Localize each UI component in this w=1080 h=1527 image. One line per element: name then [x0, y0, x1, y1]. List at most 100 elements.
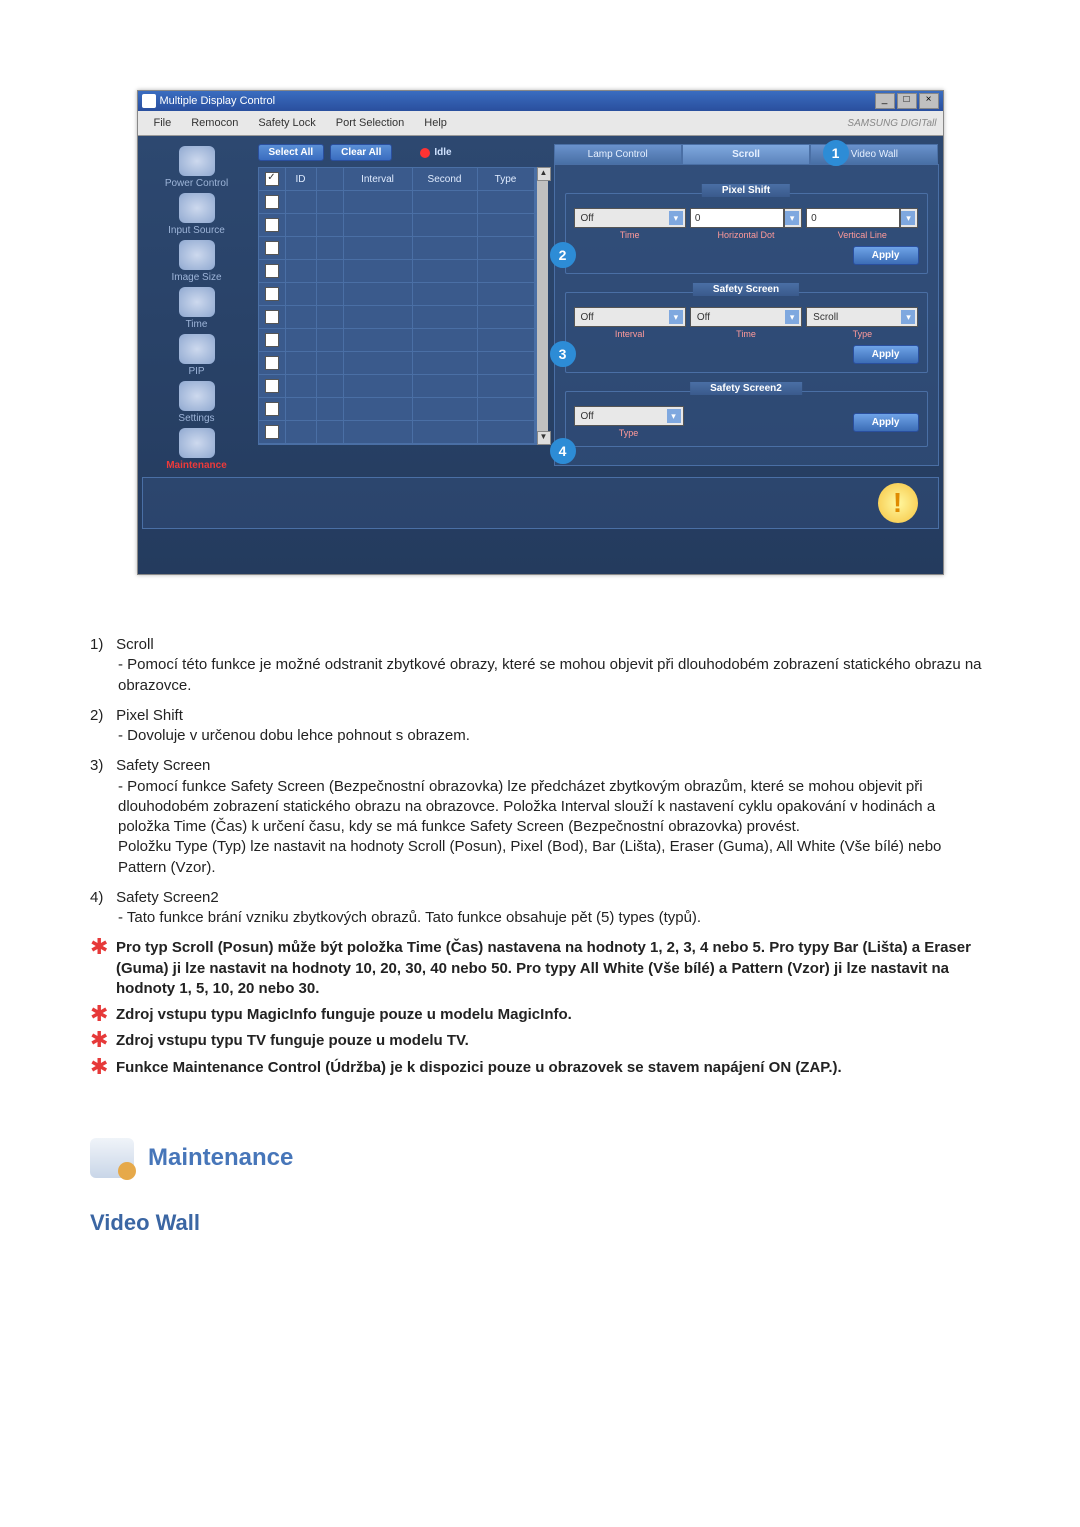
menu-help[interactable]: Help: [414, 117, 457, 129]
table-row[interactable]: [259, 421, 535, 444]
note-row: ✱ Pro typ Scroll (Posun) může být položk…: [90, 938, 990, 999]
row-checkbox[interactable]: [265, 310, 279, 324]
doc-title: Pixel Shift: [116, 707, 183, 724]
clear-all-button[interactable]: Clear All: [330, 144, 392, 161]
doc-desc: - Pomocí této funkce je možné odstranit …: [90, 655, 990, 696]
col-type: Type: [478, 168, 535, 190]
table-row[interactable]: [259, 352, 535, 375]
display-grid: ID Interval Second Type: [258, 167, 536, 445]
doc-desc2: Položku Type (Typ) lze nastavit na hodno…: [90, 837, 990, 878]
row-checkbox[interactable]: [265, 195, 279, 209]
row-checkbox[interactable]: [265, 356, 279, 370]
type-label: Type: [574, 428, 684, 438]
maximize-button[interactable]: □: [897, 93, 917, 109]
window-title: Multiple Display Control: [160, 95, 276, 107]
maintenance-icon: [179, 428, 215, 458]
toolbar: Select All Clear All Idle: [258, 140, 548, 167]
callout-4: 4: [550, 438, 576, 464]
right-panel: 1 Lamp Control Scroll Video Wall Pixel S…: [554, 140, 939, 471]
safety-screen2-apply-button[interactable]: Apply: [853, 413, 919, 432]
select-all-button[interactable]: Select All: [258, 144, 325, 161]
input-source-icon: [179, 193, 215, 223]
row-checkbox[interactable]: [265, 218, 279, 232]
sidebar-item-input-source[interactable]: Input Source: [142, 193, 252, 236]
sidebar-item-label: Image Size: [142, 272, 252, 283]
menu-file[interactable]: File: [144, 117, 182, 129]
pixel-shift-apply-button[interactable]: Apply: [853, 246, 919, 265]
menu-safety-lock[interactable]: Safety Lock: [248, 117, 325, 129]
sidebar-item-label: Input Source: [142, 225, 252, 236]
section-title: Maintenance: [148, 1142, 293, 1174]
row-checkbox[interactable]: [265, 241, 279, 255]
pixel-shift-legend: Pixel Shift: [702, 184, 790, 197]
table-row[interactable]: [259, 306, 535, 329]
table-row[interactable]: [259, 191, 535, 214]
doc-title: Safety Screen: [116, 757, 210, 774]
chevron-down-icon: ▾: [785, 310, 799, 324]
time-label: Time: [574, 230, 686, 240]
table-row[interactable]: [259, 214, 535, 237]
row-checkbox[interactable]: [265, 287, 279, 301]
callout-2: 2: [550, 242, 576, 268]
hdot-stepper[interactable]: ▾: [784, 208, 802, 228]
idle-label: Idle: [434, 147, 451, 158]
chevron-down-icon: ▾: [667, 409, 681, 423]
table-row[interactable]: [259, 398, 535, 421]
vline-stepper[interactable]: ▾: [900, 208, 918, 228]
brand-label: SAMSUNG DIGITall: [457, 118, 937, 129]
pixel-shift-time-select[interactable]: Off ▾: [574, 208, 686, 228]
row-checkbox[interactable]: [265, 333, 279, 347]
doc-body: 1) Scroll - Pomocí této funkce je možné …: [90, 635, 990, 1237]
safety-time-select[interactable]: Off ▾: [690, 307, 802, 327]
header-checkbox[interactable]: [265, 172, 279, 186]
row-checkbox[interactable]: [265, 379, 279, 393]
hdot-label: Horizontal Dot: [690, 230, 802, 240]
time-icon: [179, 287, 215, 317]
safety-type-select[interactable]: Scroll ▾: [806, 307, 918, 327]
sidebar-item-power-control[interactable]: Power Control: [142, 146, 252, 189]
titlebar: Multiple Display Control _ □ ×: [138, 91, 943, 111]
sidebar-item-maintenance[interactable]: Maintenance: [142, 428, 252, 471]
menu-remocon[interactable]: Remocon: [181, 117, 248, 129]
subsection-title: Video Wall: [90, 1208, 990, 1238]
callout-1: 1: [823, 140, 849, 166]
pip-icon: [179, 334, 215, 364]
doc-num: 1): [90, 635, 112, 655]
table-row[interactable]: [259, 283, 535, 306]
sidebar-item-settings[interactable]: Settings: [142, 381, 252, 424]
note-text: Zdroj vstupu typu MagicInfo funguje pouz…: [116, 1005, 572, 1025]
safety2-type-select[interactable]: Off ▾: [574, 406, 684, 426]
sidebar-item-label: PIP: [142, 366, 252, 377]
table-row[interactable]: [259, 375, 535, 398]
sidebar-item-pip[interactable]: PIP: [142, 334, 252, 377]
chevron-down-icon: ▾: [901, 310, 915, 324]
table-row[interactable]: [259, 260, 535, 283]
row-checkbox[interactable]: [265, 425, 279, 439]
app-window: Multiple Display Control _ □ × File Remo…: [137, 90, 944, 575]
tab-scroll[interactable]: Scroll: [682, 144, 810, 164]
row-checkbox[interactable]: [265, 402, 279, 416]
doc-num: 2): [90, 706, 112, 726]
minimize-button[interactable]: _: [875, 93, 895, 109]
tab-bar: Lamp Control Scroll Video Wall: [554, 144, 939, 165]
chevron-down-icon: ▾: [901, 211, 915, 225]
table-row[interactable]: [259, 329, 535, 352]
table-row[interactable]: [259, 237, 535, 260]
vline-input[interactable]: 0: [806, 208, 900, 228]
row-checkbox[interactable]: [265, 264, 279, 278]
sidebar-item-time[interactable]: Time: [142, 287, 252, 330]
vline-label: Vertical Line: [806, 230, 918, 240]
grid-scrollbar[interactable]: ▲ ▼: [536, 167, 548, 445]
hdot-input[interactable]: 0: [690, 208, 784, 228]
tab-lamp-control[interactable]: Lamp Control: [554, 144, 682, 164]
note-row: ✱ Zdroj vstupu typu TV funguje pouze u m…: [90, 1031, 990, 1051]
close-button[interactable]: ×: [919, 93, 939, 109]
menu-port-selection[interactable]: Port Selection: [326, 117, 414, 129]
scroll-up-icon[interactable]: ▲: [537, 167, 551, 181]
safety-interval-select[interactable]: Off ▾: [574, 307, 686, 327]
doc-desc: - Dovoluje v určenou dobu lehce pohnout …: [90, 726, 990, 746]
sidebar-item-image-size[interactable]: Image Size: [142, 240, 252, 283]
note-row: ✱ Funkce Maintenance Control (Údržba) je…: [90, 1058, 990, 1078]
safety-screen-apply-button[interactable]: Apply: [853, 345, 919, 364]
scroll-down-icon[interactable]: ▼: [537, 431, 551, 445]
